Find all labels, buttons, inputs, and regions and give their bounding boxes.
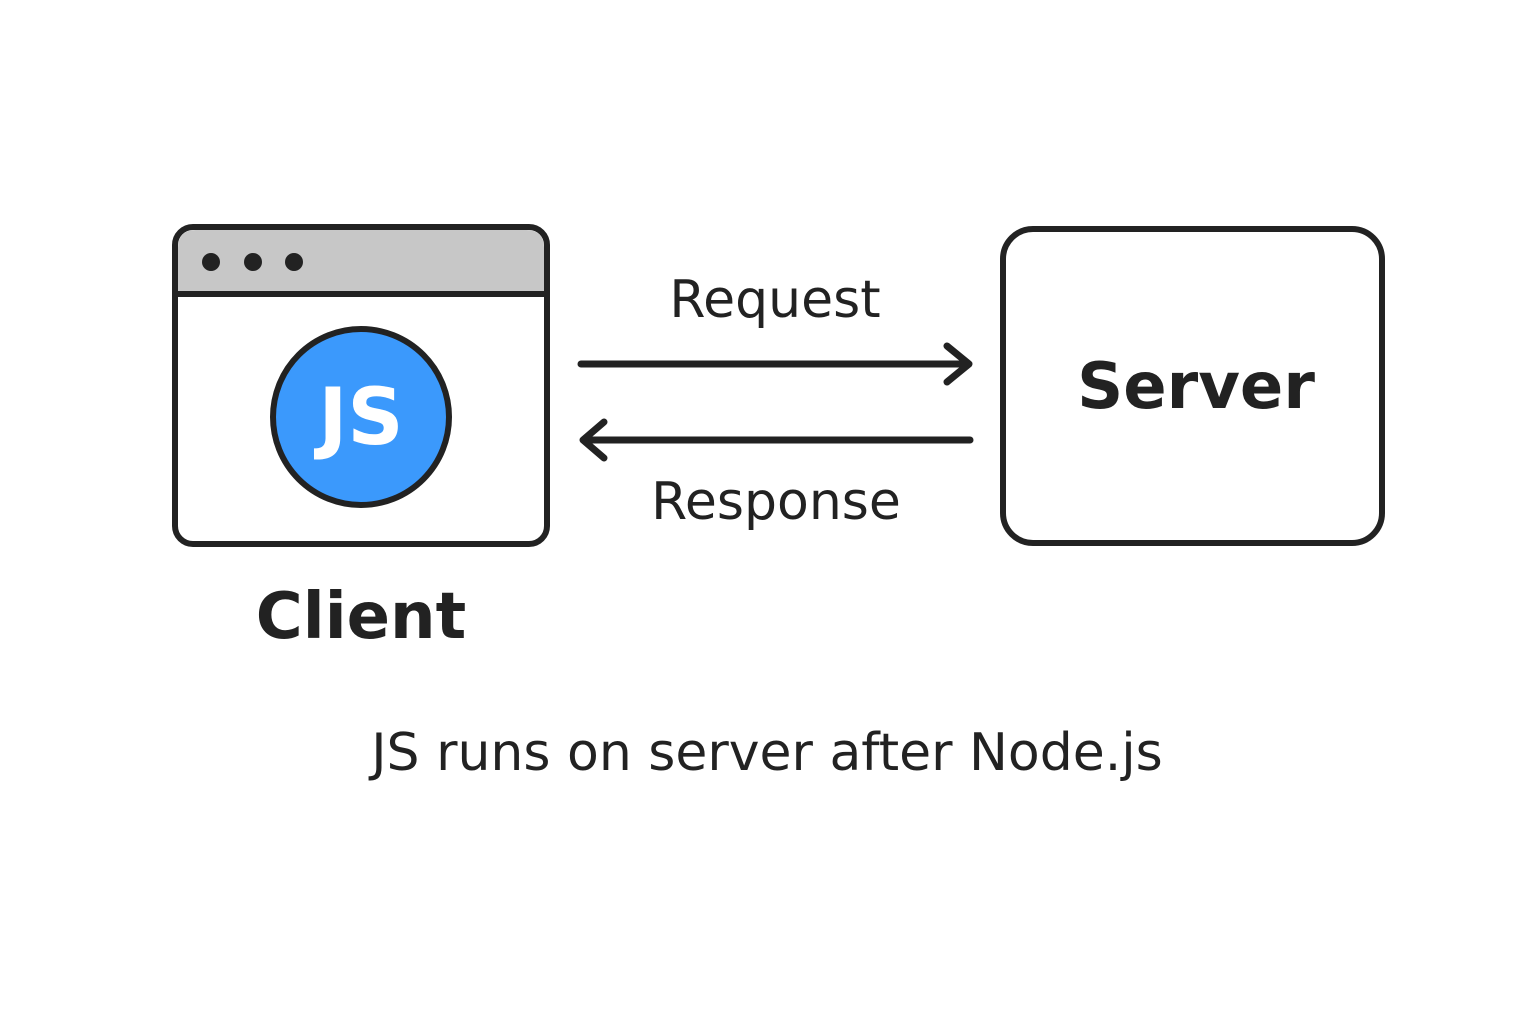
diagram-canvas: JS Client Server Request Response JS run… <box>0 0 1536 1024</box>
client-window-titlebar <box>178 230 544 293</box>
server-label: Server <box>1077 350 1315 424</box>
caption: JS runs on server after Node.js <box>371 723 1163 783</box>
js-badge-text: JS <box>313 373 403 463</box>
request-label: Request <box>669 270 881 330</box>
response-label: Response <box>651 472 901 532</box>
window-dot-icon <box>202 253 220 271</box>
response-arrow <box>579 418 974 462</box>
window-dot-icon <box>285 253 303 271</box>
client-browser-window: JS <box>172 224 550 547</box>
window-dot-icon <box>244 253 262 271</box>
client-label: Client <box>255 580 467 654</box>
request-arrow <box>577 342 973 386</box>
js-badge-icon: JS <box>270 326 452 508</box>
